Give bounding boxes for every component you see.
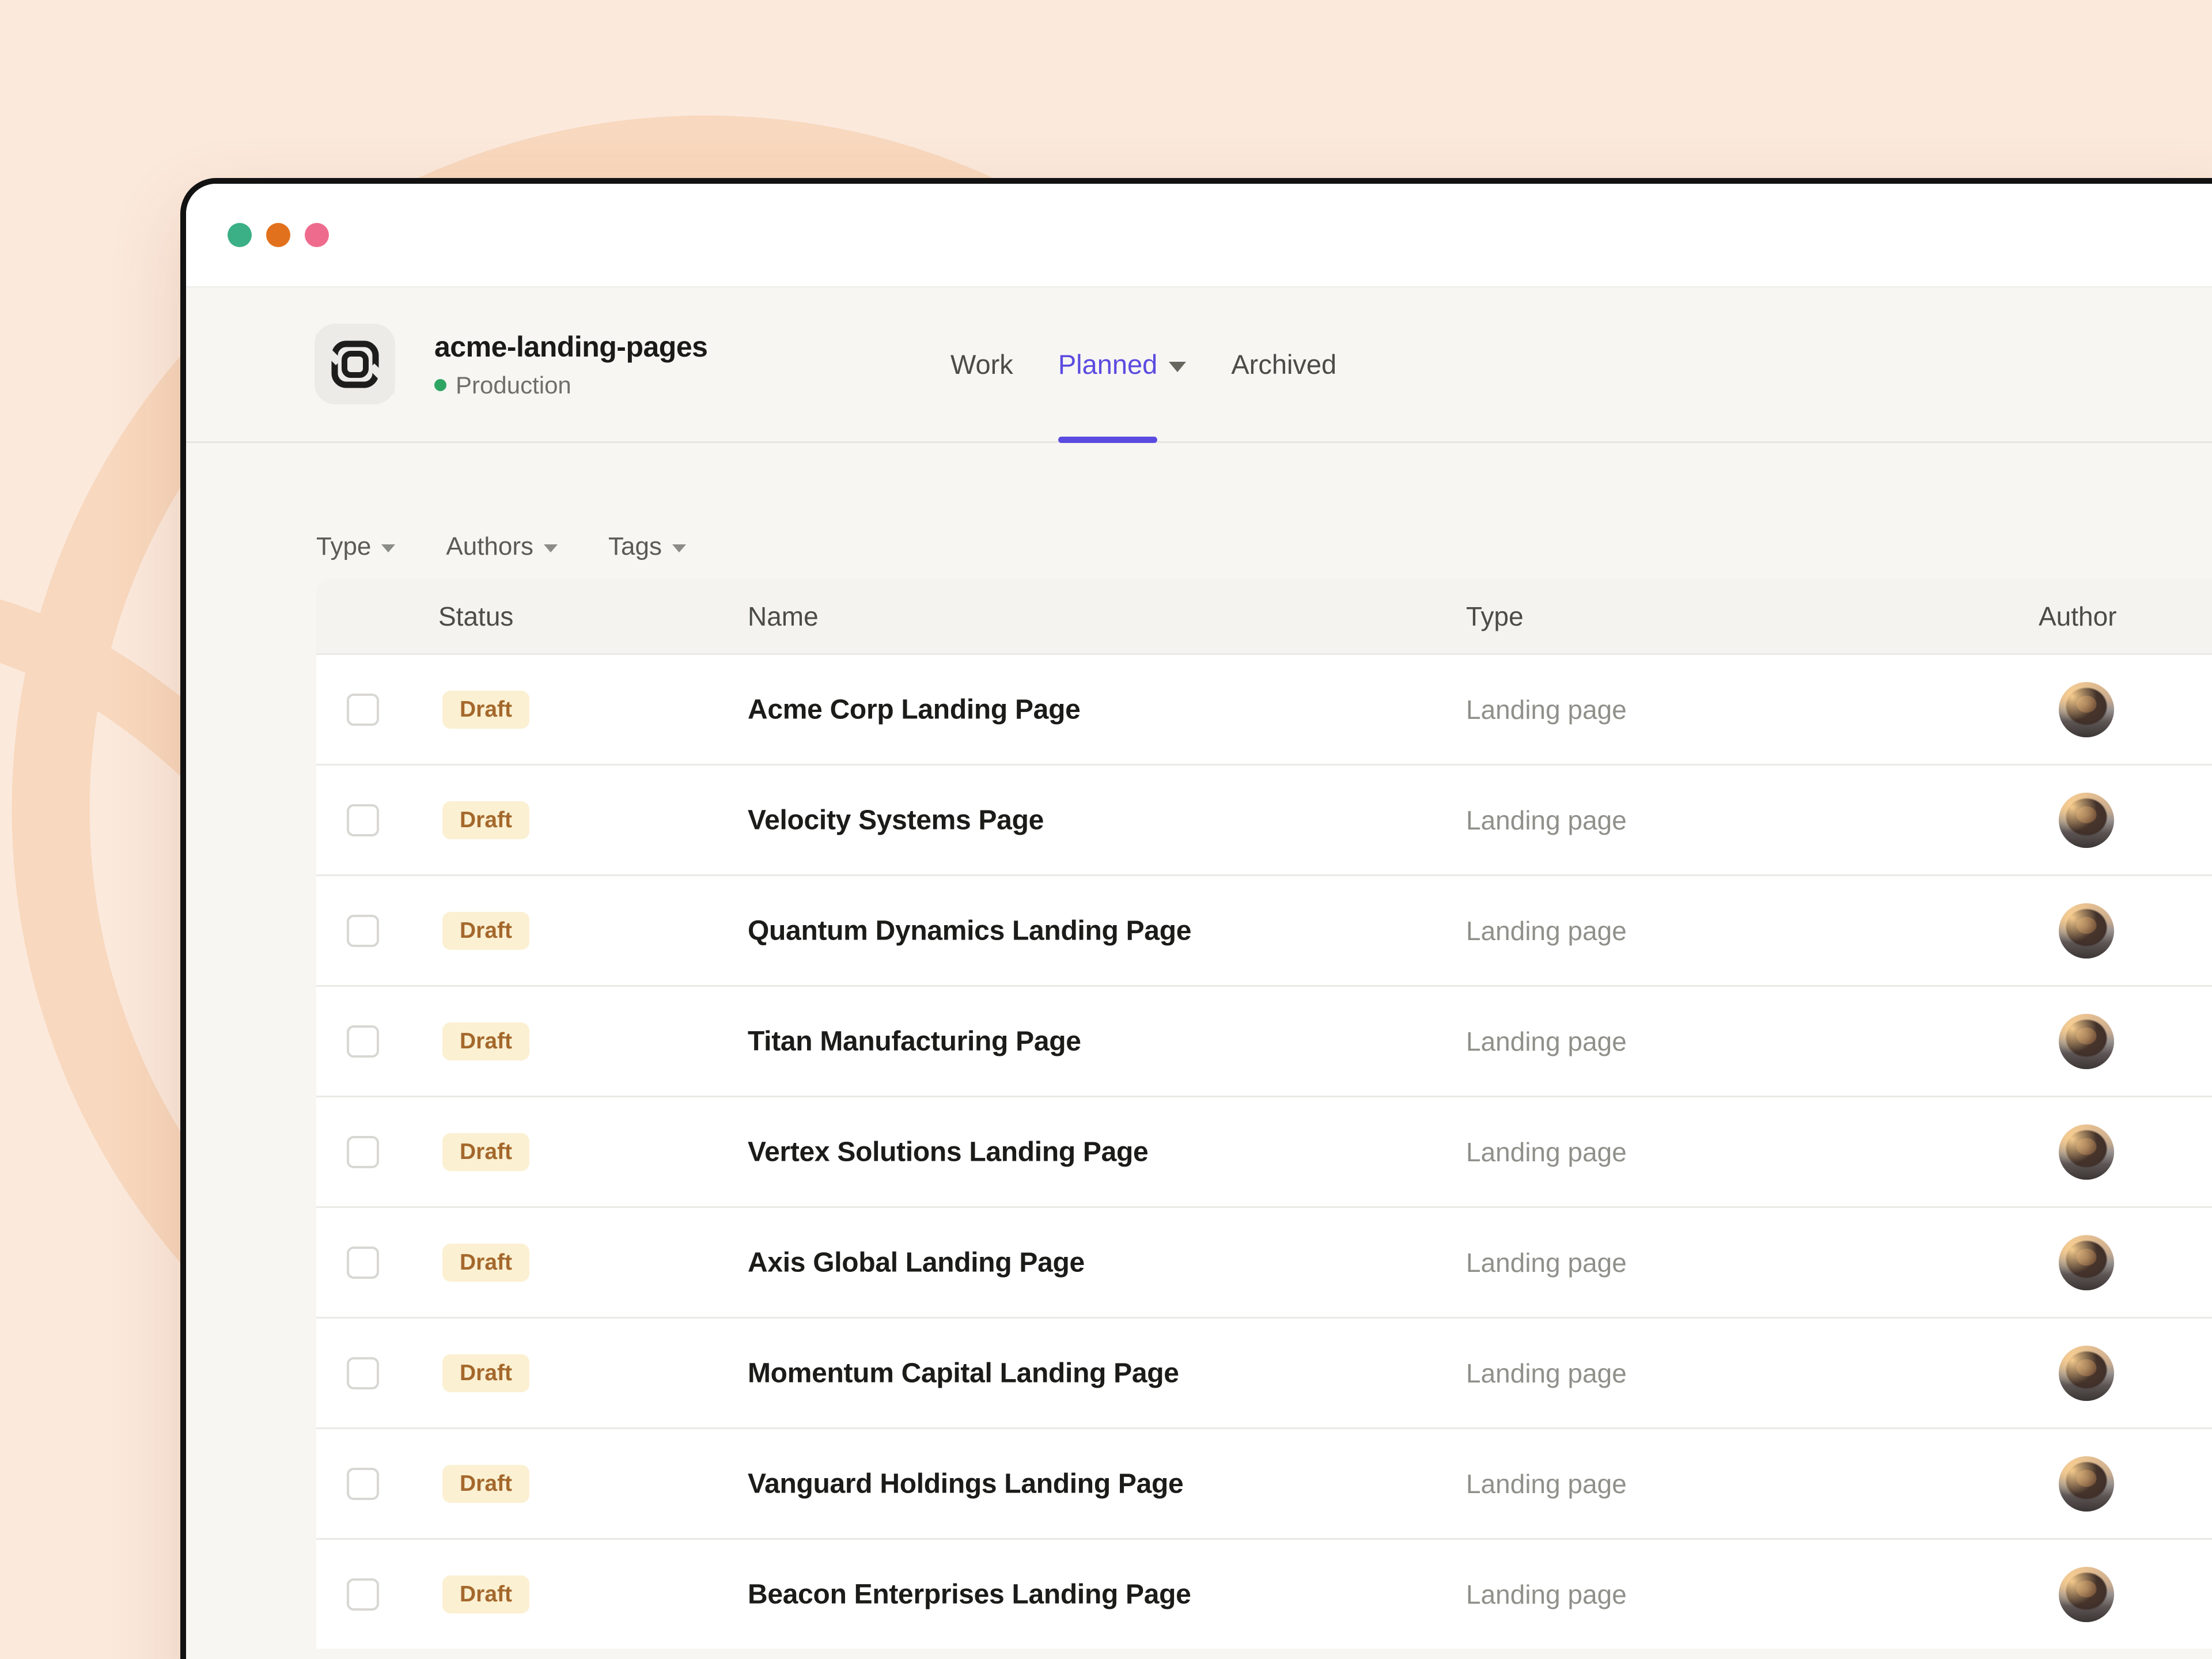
page-type: Landing page xyxy=(1466,1358,1627,1389)
status-badge: Draft xyxy=(442,1022,529,1060)
author-avatar xyxy=(2059,1235,2114,1290)
status-badge: Draft xyxy=(442,912,529,950)
row-checkbox[interactable] xyxy=(347,694,379,726)
table-header-row: Status Name Type Author xyxy=(316,579,2212,653)
page-type: Landing page xyxy=(1466,1468,1627,1499)
project-name: acme-landing-pages xyxy=(434,330,707,363)
row-checkbox[interactable] xyxy=(347,915,379,947)
page-type: Landing page xyxy=(1466,1579,1627,1610)
author-avatar xyxy=(2059,682,2114,737)
row-checkbox[interactable] xyxy=(347,1468,379,1500)
content-area: Type Authors Tags Status Name Type Autho… xyxy=(186,443,2212,1659)
chevron-down-icon xyxy=(544,544,558,552)
status-badge: Draft xyxy=(442,1354,529,1392)
environment-label: Production xyxy=(456,372,571,399)
table-body: Draft Acme Corp Landing Page Landing pag… xyxy=(316,653,2212,1649)
filter-authors[interactable]: Authors xyxy=(446,532,558,561)
page-type: Landing page xyxy=(1466,805,1627,836)
author-avatar xyxy=(2059,1346,2114,1401)
tab-planned[interactable]: Planned xyxy=(1058,287,1187,441)
row-checkbox[interactable] xyxy=(347,1578,379,1611)
window-control-orange-icon[interactable] xyxy=(266,223,290,247)
author-avatar xyxy=(2059,793,2114,848)
row-checkbox[interactable] xyxy=(347,1247,379,1279)
table-row[interactable]: Draft Velocity Systems Page Landing page xyxy=(316,764,2212,874)
page-name[interactable]: Velocity Systems Page xyxy=(748,804,1044,836)
project-title-block: acme-landing-pages Production xyxy=(434,330,707,399)
row-checkbox[interactable] xyxy=(347,1025,379,1058)
environment-status: Production xyxy=(434,372,707,399)
status-badge: Draft xyxy=(442,1575,529,1613)
status-badge: Draft xyxy=(442,691,529,729)
page-name[interactable]: Acme Corp Landing Page xyxy=(748,694,1081,725)
pages-table: Status Name Type Author Draft Acme Corp … xyxy=(316,579,2212,1649)
author-avatar xyxy=(2059,1014,2114,1069)
table-row[interactable]: Draft Axis Global Landing Page Landing p… xyxy=(316,1206,2212,1317)
page-type: Landing page xyxy=(1466,1247,1627,1278)
page-type: Landing page xyxy=(1466,1026,1627,1057)
page-name[interactable]: Vanguard Holdings Landing Page xyxy=(748,1468,1183,1499)
window-control-green-icon[interactable] xyxy=(228,223,252,247)
column-header-author: Author xyxy=(2039,601,2117,632)
page-type: Landing page xyxy=(1466,694,1627,725)
row-checkbox[interactable] xyxy=(347,1136,379,1168)
page-name[interactable]: Beacon Enterprises Landing Page xyxy=(748,1578,1191,1610)
column-header-name: Name xyxy=(748,601,819,632)
column-header-status: Status xyxy=(438,601,513,632)
page-name[interactable]: Momentum Capital Landing Page xyxy=(748,1357,1179,1389)
table-row[interactable]: Draft Quantum Dynamics Landing Page Land… xyxy=(316,874,2212,985)
chevron-down-icon xyxy=(1169,362,1186,372)
page-name[interactable]: Axis Global Landing Page xyxy=(748,1247,1085,1278)
page-type: Landing page xyxy=(1466,915,1627,946)
filter-type[interactable]: Type xyxy=(316,532,395,561)
page-name[interactable]: Quantum Dynamics Landing Page xyxy=(748,915,1191,946)
author-avatar xyxy=(2059,1124,2114,1180)
window-titlebar xyxy=(186,184,2212,287)
environment-dot-icon xyxy=(434,379,446,391)
project-logo xyxy=(315,324,395,404)
status-badge: Draft xyxy=(442,1244,529,1282)
column-header-type: Type xyxy=(1466,601,1524,632)
aperture-square-icon xyxy=(316,325,395,404)
chevron-down-icon xyxy=(672,544,686,552)
status-badge: Draft xyxy=(442,1133,529,1171)
page-name[interactable]: Vertex Solutions Landing Page xyxy=(748,1136,1148,1168)
table-row[interactable]: Draft Titan Manufacturing Page Landing p… xyxy=(316,985,2212,1096)
page-type: Landing page xyxy=(1466,1137,1627,1168)
table-row[interactable]: Draft Vanguard Holdings Landing Page Lan… xyxy=(316,1427,2212,1538)
table-row[interactable]: Draft Acme Corp Landing Page Landing pag… xyxy=(316,653,2212,764)
chevron-down-icon xyxy=(381,544,395,552)
view-tabs: Work Planned Archived xyxy=(950,287,1336,441)
row-checkbox[interactable] xyxy=(347,1357,379,1389)
author-avatar xyxy=(2059,903,2114,959)
filter-tags[interactable]: Tags xyxy=(608,532,686,561)
tab-archived[interactable]: Archived xyxy=(1231,287,1336,441)
project-header: acme-landing-pages Production Work Plann… xyxy=(186,287,2212,443)
table-row[interactable]: Draft Momentum Capital Landing Page Land… xyxy=(316,1317,2212,1427)
table-row[interactable]: Draft Vertex Solutions Landing Page Land… xyxy=(316,1096,2212,1206)
page-name[interactable]: Titan Manufacturing Page xyxy=(748,1025,1081,1057)
app-window: acme-landing-pages Production Work Plann… xyxy=(180,178,2212,1659)
author-avatar xyxy=(2059,1456,2114,1512)
author-avatar xyxy=(2059,1567,2114,1622)
status-badge: Draft xyxy=(442,1465,529,1503)
status-badge: Draft xyxy=(442,801,529,839)
table-row[interactable]: Draft Beacon Enterprises Landing Page La… xyxy=(316,1538,2212,1649)
tab-work[interactable]: Work xyxy=(950,287,1013,441)
row-checkbox[interactable] xyxy=(347,804,379,836)
active-tab-underline xyxy=(1058,437,1158,443)
filter-bar: Type Authors Tags xyxy=(316,443,2212,564)
window-control-pink-icon[interactable] xyxy=(305,223,329,247)
